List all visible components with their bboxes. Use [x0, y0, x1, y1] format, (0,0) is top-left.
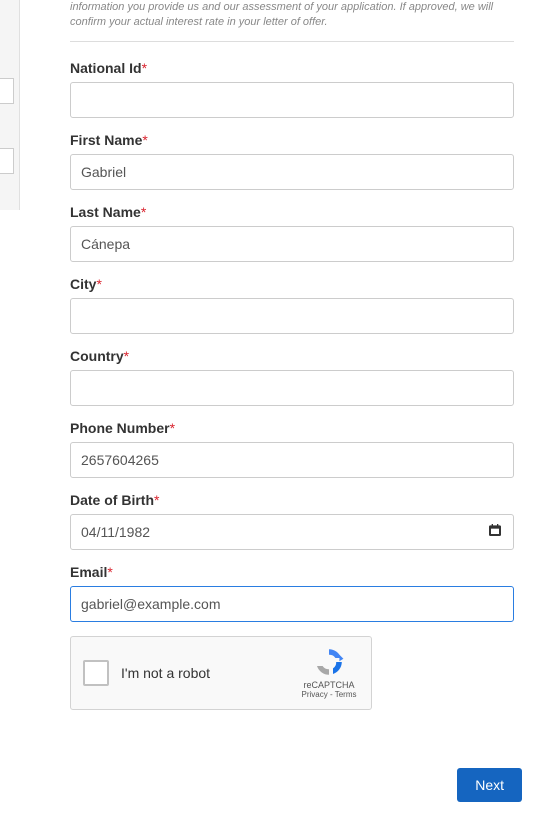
field-national-id: National Id* — [70, 60, 514, 118]
recaptcha-widget: I'm not a robot reCAPTCHA Privacy - Term… — [70, 636, 372, 710]
input-email[interactable] — [70, 586, 514, 622]
disclaimer-text: information you provide us and our asses… — [62, 0, 522, 41]
label-text: First Name — [70, 132, 142, 148]
label-phone: Phone Number* — [70, 420, 514, 436]
required-mark: * — [142, 60, 147, 76]
label-country: Country* — [70, 348, 514, 364]
required-mark: * — [107, 564, 112, 580]
recaptcha-logo-icon — [313, 646, 345, 678]
recaptcha-label: I'm not a robot — [121, 665, 299, 681]
required-mark: * — [170, 420, 175, 436]
form-container: information you provide us and our asses… — [62, 0, 554, 710]
field-country: Country* — [70, 348, 514, 406]
label-text: National Id — [70, 60, 142, 76]
field-city: City* — [70, 276, 514, 334]
input-city[interactable] — [70, 298, 514, 334]
label-text: Phone Number — [70, 420, 170, 436]
divider — [70, 41, 514, 42]
label-text: Email — [70, 564, 107, 580]
recaptcha-brand: reCAPTCHA Privacy - Terms — [299, 646, 359, 699]
required-mark: * — [141, 204, 146, 220]
label-last-name: Last Name* — [70, 204, 514, 220]
field-email: Email* — [70, 564, 514, 622]
left-tab-2[interactable] — [0, 148, 14, 174]
left-sidebar-strip — [0, 0, 20, 210]
field-first-name: First Name* — [70, 132, 514, 190]
input-country[interactable] — [70, 370, 514, 406]
recaptcha-brand-name: reCAPTCHA — [299, 680, 359, 690]
label-text: Last Name — [70, 204, 141, 220]
required-mark: * — [154, 492, 159, 508]
required-mark: * — [142, 132, 147, 148]
required-mark: * — [96, 276, 101, 292]
recaptcha-links[interactable]: Privacy - Terms — [299, 690, 359, 699]
label-text: Date of Birth — [70, 492, 154, 508]
label-first-name: First Name* — [70, 132, 514, 148]
label-national-id: National Id* — [70, 60, 514, 76]
dob-value: 04/11/1982 — [81, 524, 150, 540]
label-dob: Date of Birth* — [70, 492, 514, 508]
input-first-name[interactable] — [70, 154, 514, 190]
field-phone: Phone Number* — [70, 420, 514, 478]
field-last-name: Last Name* — [70, 204, 514, 262]
input-last-name[interactable] — [70, 226, 514, 262]
required-mark: * — [124, 348, 129, 364]
label-email: Email* — [70, 564, 514, 580]
calendar-icon[interactable] — [487, 522, 503, 541]
input-phone[interactable] — [70, 442, 514, 478]
label-city: City* — [70, 276, 514, 292]
next-button[interactable]: Next — [457, 768, 522, 802]
input-dob[interactable]: 04/11/1982 — [70, 514, 514, 550]
label-text: Country — [70, 348, 124, 364]
field-dob: Date of Birth* 04/11/1982 — [70, 492, 514, 550]
input-national-id[interactable] — [70, 82, 514, 118]
label-text: City — [70, 276, 96, 292]
left-tab-1[interactable] — [0, 78, 14, 104]
recaptcha-checkbox[interactable] — [83, 660, 109, 686]
